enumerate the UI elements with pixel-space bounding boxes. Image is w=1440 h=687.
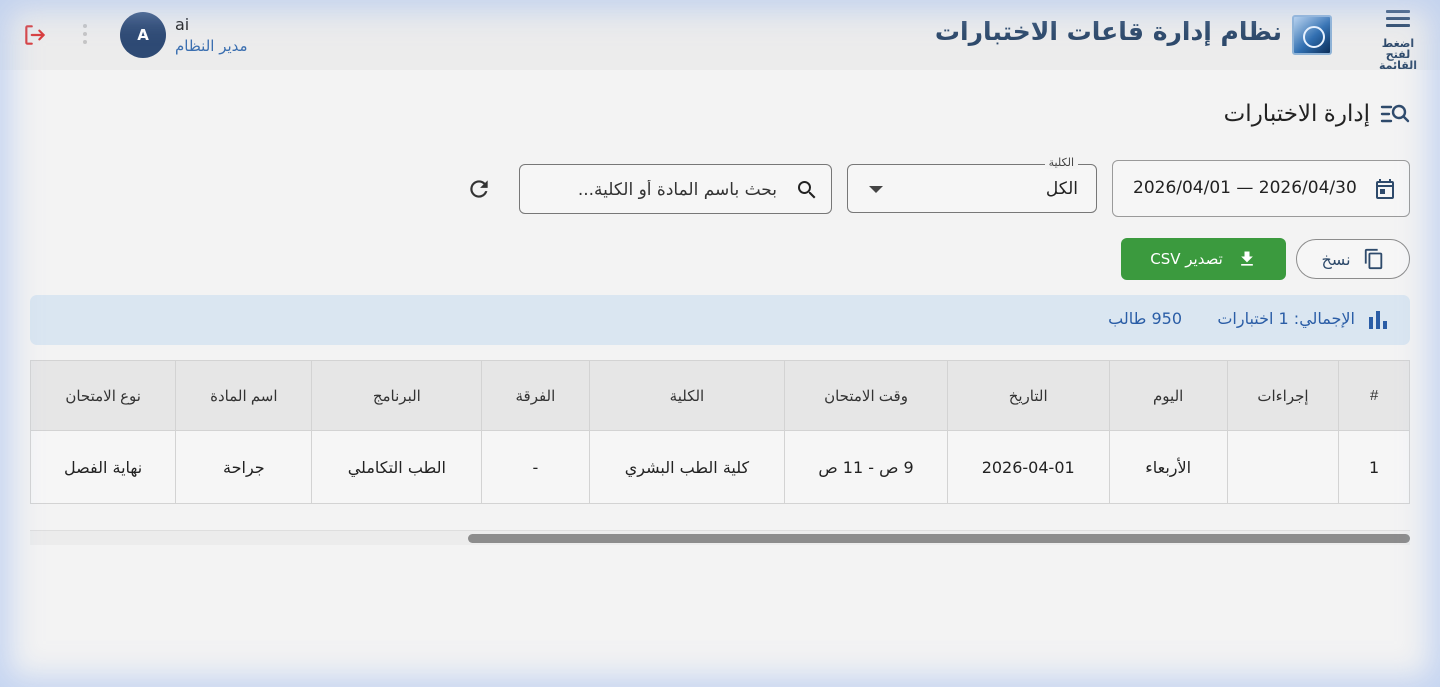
- copy-button-label: نسخ: [1321, 249, 1351, 269]
- cell-date: 2026-04-01: [946, 430, 1110, 504]
- column-header-date[interactable]: التاريخ: [946, 360, 1110, 431]
- refresh-icon: [470, 180, 488, 198]
- copy-button[interactable]: نسخ: [1296, 239, 1410, 279]
- college-select-value: الكل: [1045, 179, 1078, 199]
- cell-program: الطب التكاملي: [311, 430, 483, 504]
- calendar-icon[interactable]: [1373, 177, 1397, 201]
- column-header-program[interactable]: البرنامج: [311, 360, 483, 431]
- exams-table: # إجراءات اليوم التاريخ وقت الامتحان الك…: [30, 360, 1410, 504]
- table-header-row: # إجراءات اليوم التاريخ وقت الامتحان الك…: [30, 360, 1410, 431]
- summary-bar: الإجمالي: 1 اختبارات 950 طالب: [30, 295, 1410, 345]
- cell-level: -: [481, 430, 590, 504]
- export-csv-button[interactable]: تصدير CSV: [1121, 238, 1286, 280]
- cell-index: 1: [1338, 430, 1410, 504]
- manage-search-icon: [1380, 104, 1410, 122]
- menu-icon: [1386, 10, 1410, 28]
- menu-toggle-button[interactable]: اضغط لفتح القائمة: [1368, 10, 1428, 71]
- menu-caption: اضغط لفتح القائمة: [1378, 37, 1418, 72]
- total-students-text: 950 طالب: [1108, 309, 1182, 328]
- column-header-college[interactable]: الكلية: [588, 360, 786, 431]
- avatar: A: [120, 12, 166, 58]
- user-name: ai: [175, 15, 190, 34]
- table-row[interactable]: 1 الأربعاء 2026-04-01 9 ص - 11 ص كلية ال…: [30, 430, 1410, 504]
- more-vert-icon[interactable]: [82, 24, 88, 46]
- college-select-label: الكلية: [1044, 156, 1078, 169]
- page-heading: إدارة الاختبارات: [1224, 100, 1410, 127]
- top-app-bar: اضغط لفتح القائمة نظام إدارة قاعات الاخت…: [0, 0, 1440, 71]
- cell-college: كلية الطب البشري: [588, 430, 786, 504]
- dropdown-arrow-icon: [869, 186, 883, 193]
- app-logo: [1292, 15, 1332, 55]
- scrollbar-thumb[interactable]: [468, 534, 1410, 543]
- cell-type: نهاية الفصل: [30, 430, 177, 504]
- bar-chart-icon: [1369, 311, 1387, 329]
- app-title: نظام إدارة قاعات الاختبارات: [934, 17, 1282, 46]
- column-header-level[interactable]: الفرقة: [481, 360, 590, 431]
- export-csv-label: تصدير CSV: [1150, 250, 1223, 268]
- search-box: [519, 164, 832, 214]
- date-range-field[interactable]: 2026/04/01 — 2026/04/30: [1112, 160, 1410, 217]
- date-range-value: 2026/04/01 — 2026/04/30: [1133, 178, 1357, 198]
- cell-time: 9 ص - 11 ص: [784, 430, 948, 504]
- download-icon: [1240, 251, 1253, 266]
- column-header-day[interactable]: اليوم: [1108, 360, 1228, 431]
- total-exams-text: الإجمالي: 1 اختبارات: [1217, 309, 1355, 328]
- cell-day: الأربعاء: [1108, 430, 1228, 504]
- column-header-index[interactable]: #: [1338, 360, 1410, 431]
- search-input[interactable]: [547, 177, 777, 203]
- refresh-button[interactable]: [466, 176, 492, 202]
- logout-button[interactable]: [22, 22, 48, 48]
- column-header-type[interactable]: نوع الامتحان: [30, 360, 177, 431]
- user-info: ai مدير النظام: [175, 14, 248, 56]
- page-title: إدارة الاختبارات: [1223, 100, 1370, 126]
- cell-subject: جراحة: [175, 430, 313, 504]
- column-header-actions[interactable]: إجراءات: [1226, 360, 1340, 431]
- college-select[interactable]: الكلية الكل: [847, 156, 1097, 213]
- horizontal-scrollbar[interactable]: [30, 530, 1410, 545]
- exams-table-container: # إجراءات اليوم التاريخ وقت الامتحان الك…: [30, 360, 1410, 506]
- copy-icon: [1364, 248, 1382, 270]
- column-header-subject[interactable]: اسم المادة: [175, 360, 313, 431]
- column-header-time[interactable]: وقت الامتحان: [784, 360, 948, 431]
- search-icon: [798, 181, 816, 199]
- user-role: مدير النظام: [175, 37, 248, 55]
- logout-icon: [25, 25, 45, 45]
- cell-actions[interactable]: [1226, 430, 1340, 504]
- user-profile[interactable]: A ai مدير النظام: [120, 12, 248, 58]
